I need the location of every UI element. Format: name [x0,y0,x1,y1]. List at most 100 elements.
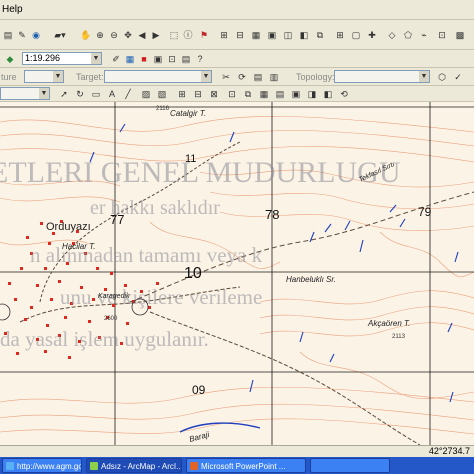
clear-icon[interactable]: ✎ [16,29,28,41]
topology-label: Topology: [296,72,335,82]
task-label: ture [1,72,17,82]
align-icon[interactable]: ⊞ [176,88,188,100]
topology-edit-icon[interactable]: ⬡ [436,71,448,83]
taskbar-item-powerpoint[interactable]: Microsoft PowerPoint ... [186,458,306,473]
map-scale-field[interactable]: 1:19.296 ▼ [22,52,102,65]
split-icon[interactable]: ✂ [220,71,232,83]
back-icon[interactable]: ◀ [136,29,148,41]
map-view[interactable]: ETLERI GENEL MUDURLUGU er hakkı saklıdır… [0,102,474,445]
help-icon[interactable]: ? [194,53,206,65]
watermark-line: unu ve kişilere verileme [60,285,262,309]
model-icon[interactable]: ⊡ [166,53,178,65]
hand-icon[interactable]: ✋ [80,29,92,41]
copy-icon[interactable]: ⧉ [314,29,326,41]
refresh-icon[interactable]: ⟲ [338,88,350,100]
task-select[interactable]: ▼ [24,70,64,83]
grid-number: 11 [185,153,196,165]
coordinate-readout: 42°2734.7 [428,446,470,456]
grid-number: 09 [192,383,206,397]
rectangle-icon[interactable]: ▭ [90,88,102,100]
taskbar-item-label: http://www.agm.gov... [17,462,81,471]
layout-view-icon[interactable]: ◨ [306,88,318,100]
grid-number: 77 [110,212,124,227]
topographic-map[interactable]: ETLERI GENEL MUDURLUGU er hakkı saklıdır… [0,102,474,445]
grid-number: 78 [265,207,279,222]
data-view-icon[interactable]: ◧ [322,88,334,100]
export-icon[interactable]: ▤ [274,88,286,100]
globe-icon[interactable]: ◉ [30,29,42,41]
watermark-line: ETLERI GENEL MUDURLUGU [0,156,401,189]
topology-select[interactable]: ▼ [334,70,430,83]
graph-icon[interactable]: ◫ [282,29,294,41]
grid-lines [0,102,474,445]
place-name: Hanbeluklı Sr. [286,275,336,284]
catalog-icon[interactable]: ▦ [124,53,136,65]
options-icon[interactable]: ▩ [454,29,466,41]
print-icon[interactable]: ▣ [290,88,302,100]
attributes-icon[interactable]: ▤ [252,71,264,83]
sketch-properties-icon[interactable]: ▥ [268,71,280,83]
standard-toolbar: ▤ ✎ ◉ ▰▾ ✋ ⊕ ⊖ ✥ ◀ ▶ ⬚ ⓘ ⚑ ⊞ ⊟ ▦ ▣ ◫ ◧ ⧉… [0,20,474,50]
target-select[interactable]: ▼ [104,70,212,83]
chevron-down-icon[interactable]: ▼ [201,71,211,82]
flag-icon[interactable]: ⚑ [198,29,210,41]
forward-icon[interactable]: ▶ [150,29,162,41]
fill-color-icon[interactable]: ▨ [140,88,152,100]
taskbar-item-empty[interactable] [310,458,390,473]
box-icon[interactable]: ▢ [350,29,362,41]
link-icon[interactable]: ⧉ [242,88,254,100]
measure-icon[interactable]: ⊡ [436,29,448,41]
group-icon[interactable]: ⊟ [192,88,204,100]
edit-vertex-icon[interactable]: ◇ [386,29,398,41]
text-icon[interactable]: A [106,88,118,100]
place-name: Hacilar T. [62,242,96,251]
editor-toolbar: ture ▼ Target: ▼ ✂ ⟳ ▤ ▥ Topology: ▼ ⬡ ✓ [0,68,474,86]
pin-icon[interactable]: ✚ [366,29,378,41]
add-data-icon[interactable]: ◆ [4,53,16,65]
select-elements-icon[interactable]: ➚ [58,88,70,100]
trace-icon[interactable]: ⌁ [418,29,430,41]
select-icon[interactable]: ⬚ [168,29,180,41]
command-line-icon[interactable]: ▣ [152,53,164,65]
grid-select-icon[interactable]: ⊞ [334,29,346,41]
grid-icon[interactable]: ⊞ [218,29,230,41]
taskbar-item-browser[interactable]: http://www.agm.gov... [2,458,82,473]
draw-toolbar: ▼ ➚ ↻ ▭ A ╱ ▨ ▧ ⊞ ⊟ ⊠ ⊡ ⧉ ▦ ▤ ▣ ◨ ◧ ⟲ [0,86,474,102]
rotate-element-icon[interactable]: ↻ [74,88,86,100]
grid-number: 79 [418,205,432,219]
zoom-out-icon[interactable]: ⊖ [108,29,120,41]
frame-icon[interactable]: ▣ [266,29,278,41]
order-icon[interactable]: ⊠ [208,88,220,100]
identify-icon[interactable]: ⓘ [182,29,194,41]
watermark-line: da yasal işlem uygulanır. [0,327,209,351]
report-icon[interactable]: ◧ [298,29,310,41]
spot-height: 2600 [104,316,118,322]
table-view-icon[interactable]: ▦ [258,88,270,100]
dock-icon[interactable]: ▤ [2,29,14,41]
toolbox-icon[interactable]: ■ [138,53,150,65]
python-icon[interactable]: ▤ [180,53,192,65]
chevron-down-icon[interactable]: ▼ [91,53,101,64]
layer-button[interactable]: ▰▾ [50,29,70,41]
line-icon[interactable]: ╱ [122,88,134,100]
place-name: Akçaören T. [367,319,410,328]
editor-icon[interactable]: ✐ [110,53,122,65]
fixed-zoom-icon[interactable]: ✥ [122,29,134,41]
layout-icon[interactable]: ▦ [250,29,262,41]
menu-help[interactable]: Help [2,4,23,15]
chevron-down-icon[interactable]: ▼ [53,71,63,82]
sketch-icon[interactable]: ⬠ [402,29,414,41]
chevron-down-icon[interactable]: ▼ [39,88,49,99]
line-color-icon[interactable]: ▧ [156,88,168,100]
validate-icon[interactable]: ✓ [452,71,464,83]
taskbar-item-label: Adsız - ArcMap - ArcI... [101,462,182,471]
tools-toolbar: ◆ 1:19.296 ▼ ✐ ▦ ■ ▣ ⊡ ▤ ? [0,50,474,68]
chevron-down-icon[interactable]: ▼ [419,71,429,82]
zoom-in-icon[interactable]: ⊕ [94,29,106,41]
table-icon[interactable]: ⊟ [234,29,246,41]
place-name: Orduyazı [46,221,91,233]
rotate-icon[interactable]: ⟳ [236,71,248,83]
draw-select[interactable]: ▼ [0,87,50,100]
taskbar-item-arcmap[interactable]: Adsız - ArcMap - ArcI... [86,458,182,473]
georef-icon[interactable]: ⊡ [226,88,238,100]
